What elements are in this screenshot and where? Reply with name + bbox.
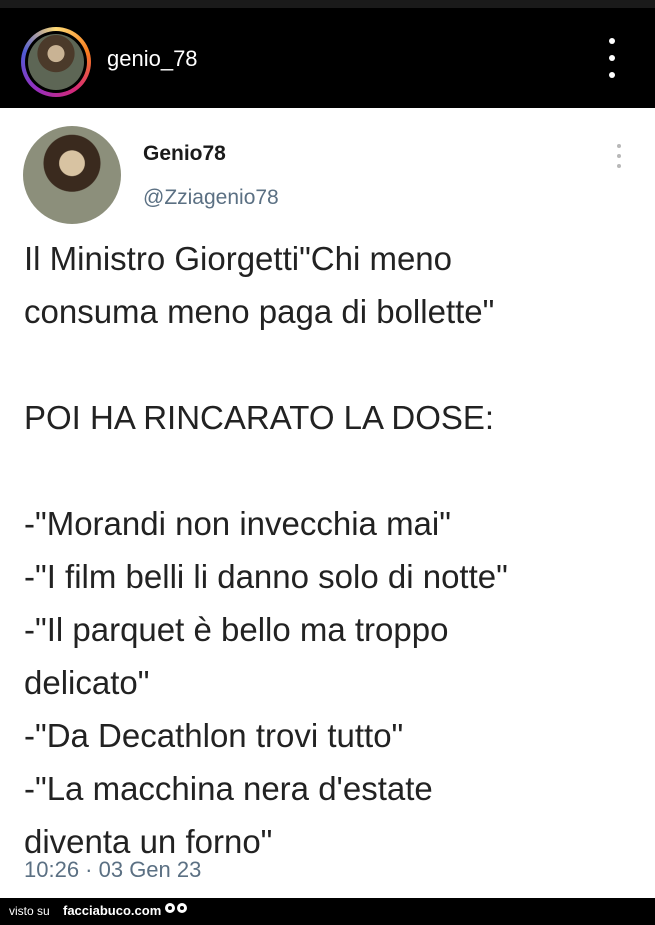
dot bbox=[609, 38, 615, 44]
visto-su-label: visto su bbox=[9, 904, 50, 918]
post-header: genio_78 bbox=[0, 8, 655, 108]
avatar[interactable] bbox=[28, 34, 84, 90]
tweet-handle[interactable]: @Zziagenio78 bbox=[143, 186, 279, 210]
eyes-logo-icon bbox=[165, 903, 189, 919]
dot bbox=[617, 144, 621, 148]
tweet-avatar[interactable] bbox=[23, 126, 121, 224]
tweet-display-name[interactable]: Genio78 bbox=[143, 142, 226, 166]
site-name[interactable]: facciabuco.com bbox=[63, 903, 161, 918]
dot bbox=[609, 55, 615, 61]
tweet-card: Genio78 @Zziagenio78 Il Ministro Giorget… bbox=[0, 108, 655, 898]
username[interactable]: genio_78 bbox=[107, 46, 198, 72]
tweet-timestamp: 10:26 · 03 Gen 23 bbox=[24, 857, 202, 882]
eye bbox=[165, 903, 175, 913]
dot bbox=[609, 72, 615, 78]
dot bbox=[617, 164, 621, 168]
more-options-icon[interactable] bbox=[600, 38, 624, 78]
tweet-more-icon[interactable] bbox=[615, 144, 623, 168]
watermark-footer: visto su facciabuco.com bbox=[0, 898, 655, 925]
eye bbox=[177, 903, 187, 913]
dot bbox=[617, 154, 621, 158]
tweet-text: Il Ministro Giorgetti"Chi meno consuma m… bbox=[24, 240, 508, 860]
top-strip bbox=[0, 0, 655, 8]
story-ring[interactable] bbox=[21, 27, 91, 97]
story-ring-inner bbox=[25, 31, 87, 93]
